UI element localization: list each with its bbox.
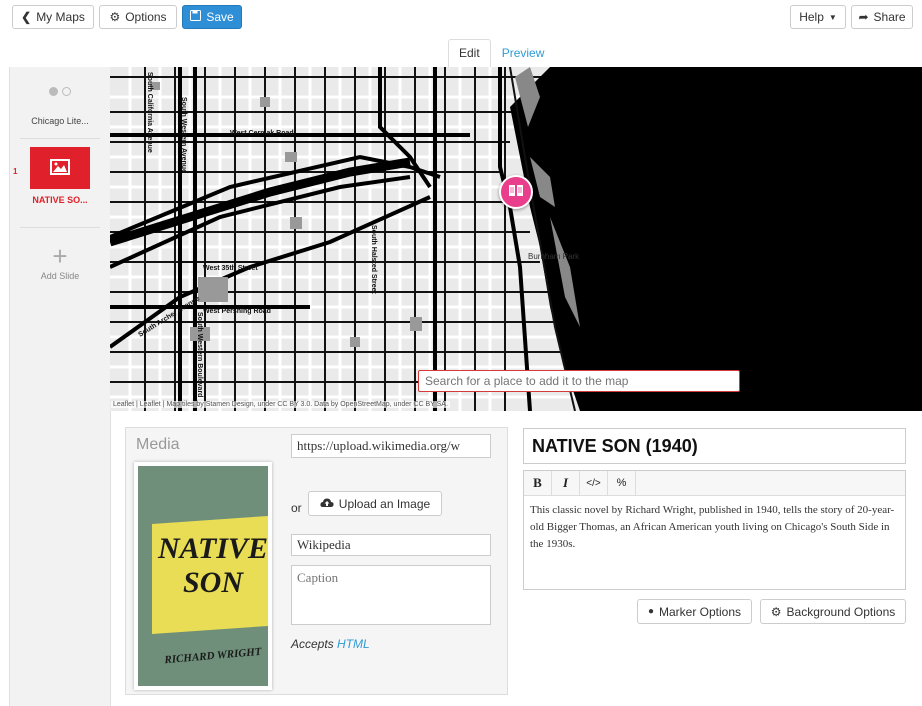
book-icon (508, 184, 524, 200)
slide-label: NATIVE SO... (32, 195, 88, 205)
media-title: Media (136, 436, 180, 453)
image-slide-thumb (30, 147, 90, 189)
book-marker[interactable] (499, 175, 533, 209)
tab-edit[interactable]: Edit (448, 39, 491, 67)
map-attribution: Leaflet | Leaflet | Map tiles by Stamen … (111, 401, 450, 408)
map-label-35th: West 35th Street (203, 265, 258, 272)
share-icon: ➦ (858, 10, 869, 24)
italic-button[interactable]: I (552, 471, 580, 495)
slide-item-chicago[interactable]: Chicago Lite... (10, 77, 110, 137)
chevron-left-icon: ❮ (21, 10, 32, 24)
map-label-pershing: West Pershing Road (203, 308, 271, 315)
marker-options-button[interactable]: ● Marker Options (637, 599, 752, 624)
or-label: or (291, 501, 302, 515)
slide-number: 1 (13, 167, 18, 176)
help-dropdown-button[interactable]: Help ▼ (790, 5, 846, 29)
editor-toolbar: B I </> % (524, 471, 905, 496)
add-slide-button[interactable]: + Add Slide (10, 241, 110, 290)
background-options-button[interactable]: ⚙ Background Options (760, 599, 906, 624)
overview-dots-icon (10, 83, 110, 99)
divider (20, 138, 100, 139)
plus-icon: + (52, 241, 68, 271)
gear-icon: ⚙ (770, 604, 782, 619)
my-maps-button[interactable]: ❮ My Maps (12, 5, 94, 29)
rich-text-editor: B I </> % This classic novel by Richard … (523, 470, 906, 590)
map-search-input[interactable] (418, 370, 740, 392)
media-panel: Media NATIVE SON RICHARD WRIGHT https://… (125, 427, 508, 695)
caption-field[interactable] (291, 565, 491, 625)
floppy-disk-icon (190, 10, 202, 24)
accepts-html-note: Accepts HTML (291, 637, 370, 651)
cloud-upload-icon (320, 497, 334, 511)
save-button[interactable]: Save (182, 5, 242, 29)
gear-icon: ⚙ (109, 10, 121, 24)
editor-body-text[interactable]: This classic novel by Richard Wright, pu… (524, 496, 905, 559)
slide-item-native-son[interactable]: 1 NATIVE SO... (10, 147, 110, 207)
book-author: RICHARD WRIGHT (164, 645, 262, 667)
map-label-halsted: South Halsted Street (370, 225, 377, 295)
map-label-burnham: Burnham Park (528, 252, 580, 261)
media-url-field[interactable]: https://upload.wikimedia.org/w (291, 434, 491, 458)
html-link[interactable]: HTML (337, 637, 370, 651)
book-title-line1: NATIVE (158, 532, 269, 565)
book-title-line2: SON (182, 566, 243, 599)
slide-title-input[interactable]: NATIVE SON (1940) (523, 428, 906, 464)
options-button[interactable]: ⚙ Options (99, 5, 177, 29)
share-button[interactable]: ➦ Share (851, 5, 913, 29)
map-label-cermak: West Cermak Road (230, 130, 294, 137)
credit-field[interactable]: Wikipedia (291, 534, 491, 556)
slide-label: Chicago Lite... (31, 116, 89, 126)
edit-preview-tabs: Edit Preview (448, 39, 555, 67)
map-label-western: South Western Avenue (180, 97, 187, 173)
upload-image-button[interactable]: Upload an Image (308, 491, 442, 516)
image-icon (50, 158, 70, 178)
map-pin-icon: ● (647, 606, 654, 617)
code-button[interactable]: </> (580, 471, 608, 495)
tab-preview[interactable]: Preview (491, 39, 556, 67)
book-cover-image: NATIVE SON RICHARD WRIGHT (134, 462, 272, 690)
add-slide-label: Add Slide (40, 271, 80, 281)
divider (20, 227, 100, 228)
slide-sidebar: Chicago Lite... 1 NATIVE SO... + Add Sli… (9, 67, 111, 706)
map-canvas[interactable]: West Cermak Road South Western Avenue So… (110, 67, 922, 411)
map-label-western-blvd: South Western Boulevard (196, 312, 203, 397)
bold-button[interactable]: B (524, 471, 552, 495)
map-label-california: South California Avenue (146, 72, 153, 153)
map-tiles: West Cermak Road South Western Avenue So… (110, 67, 922, 411)
link-button[interactable]: % (608, 471, 636, 495)
caret-down-icon: ▼ (828, 12, 837, 22)
